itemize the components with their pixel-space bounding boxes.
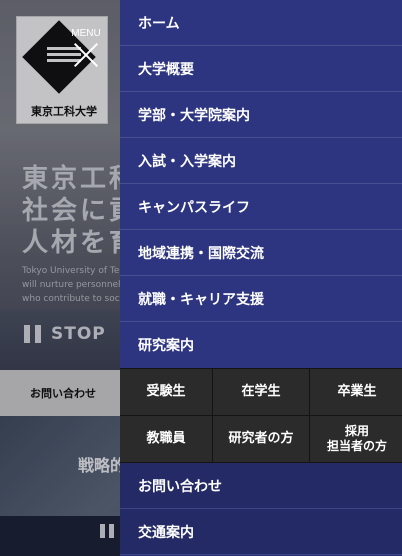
- audience-grid: 受験生 在学生 卒業生 教職員 研究者の方 採用 担当者の方: [120, 368, 402, 463]
- menu-item-faculties[interactable]: 学部・大学院案内: [120, 92, 402, 138]
- menu-item-campus-life[interactable]: キャンパスライフ: [120, 184, 402, 230]
- audience-prospective-students[interactable]: 受験生: [120, 369, 212, 415]
- menu-item-admissions[interactable]: 入試・入学案内: [120, 138, 402, 184]
- menu-item-access[interactable]: 交通案内: [120, 509, 402, 555]
- menu-item-career[interactable]: 就職・キャリア支援: [120, 276, 402, 322]
- menu-item-label: 学部・大学院案内: [138, 107, 250, 124]
- side-navigation-menu: ホーム 大学概要 学部・大学院案内 入試・入学案内 キャンパスライフ 地域連携・…: [120, 0, 402, 556]
- audience-current-students[interactable]: 在学生: [213, 369, 309, 415]
- audience-researchers[interactable]: 研究者の方: [213, 416, 309, 462]
- menu-item-regional-international[interactable]: 地域連携・国際交流: [120, 230, 402, 276]
- menu-close-button[interactable]: MENU: [64, 26, 108, 76]
- menu-item-about[interactable]: 大学概要: [120, 46, 402, 92]
- menu-item-label: ホーム: [138, 15, 180, 32]
- menu-item-label: 交通案内: [138, 524, 194, 541]
- menu-item-label: お問い合わせ: [138, 478, 222, 495]
- menu-item-label: 就職・キャリア支援: [138, 291, 264, 308]
- close-icon: [73, 42, 99, 68]
- audience-staff[interactable]: 教職員: [120, 416, 212, 462]
- audience-recruiters[interactable]: 採用 担当者の方: [310, 416, 402, 462]
- menu-item-label: 大学概要: [138, 61, 194, 78]
- audience-alumni[interactable]: 卒業生: [310, 369, 402, 415]
- menu-button-label: MENU: [71, 28, 101, 39]
- menu-item-label: 地域連携・国際交流: [138, 245, 264, 262]
- menu-item-label: 研究案内: [138, 338, 194, 354]
- menu-item-home[interactable]: ホーム: [120, 0, 402, 46]
- menu-item-contact[interactable]: お問い合わせ: [120, 463, 402, 509]
- menu-item-label: 入試・入学案内: [138, 153, 236, 170]
- menu-item-research[interactable]: 研究案内: [120, 322, 402, 368]
- menu-item-label: キャンパスライフ: [138, 199, 250, 216]
